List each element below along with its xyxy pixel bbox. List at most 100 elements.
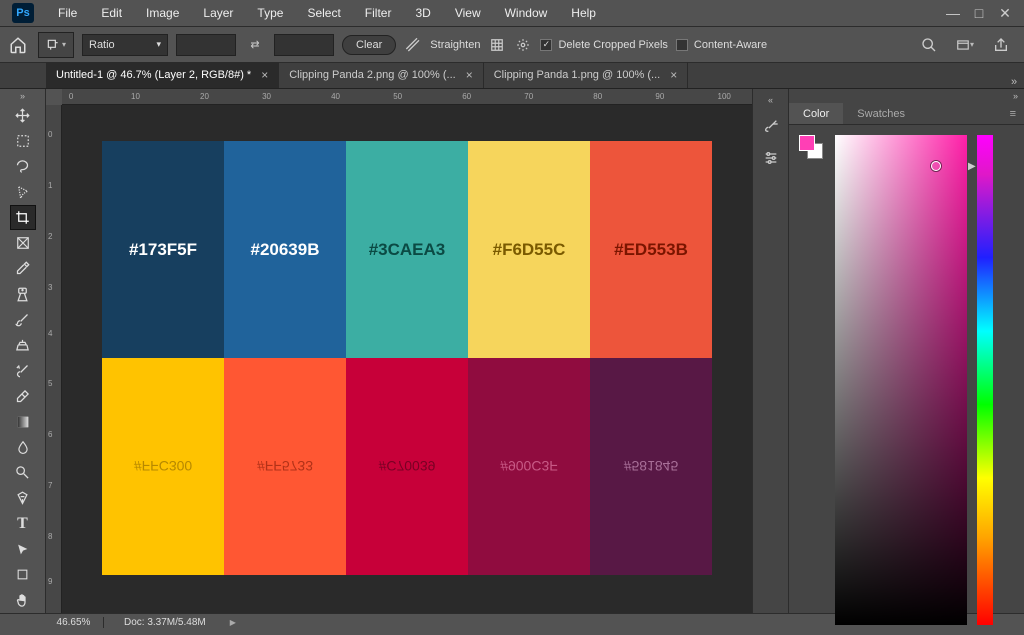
history-brush-tool-icon[interactable] <box>10 358 36 384</box>
gradient-tool-icon[interactable] <box>10 409 36 435</box>
close-icon[interactable]: × <box>670 68 677 82</box>
dodge-tool-icon[interactable] <box>10 460 36 486</box>
home-button[interactable] <box>6 33 30 57</box>
menu-file[interactable]: File <box>46 0 89 26</box>
menu-help[interactable]: Help <box>559 0 608 26</box>
straighten-icon[interactable] <box>404 36 422 54</box>
window-close-icon[interactable]: ✕ <box>992 2 1018 24</box>
tab-overflow-icon[interactable]: » <box>1004 76 1024 88</box>
healing-brush-tool-icon[interactable] <box>10 281 36 307</box>
hue-slider[interactable] <box>977 135 993 625</box>
checkbox-unchecked-icon <box>676 39 688 51</box>
close-icon[interactable]: × <box>261 68 268 82</box>
menu-edit[interactable]: Edit <box>89 0 134 26</box>
crop-settings-icon[interactable] <box>514 36 532 54</box>
swatch: #581845 <box>590 358 712 575</box>
window-controls: — □ ✕ <box>940 2 1024 24</box>
document-tab-2[interactable]: Clipping Panda 2.png @ 100% (... × <box>279 62 484 88</box>
swatch: #FF5733 <box>224 358 346 575</box>
menu-view[interactable]: View <box>443 0 493 26</box>
blur-tool-icon[interactable] <box>10 435 36 461</box>
search-icon[interactable] <box>920 36 938 54</box>
menu-bar: Ps File Edit Image Layer Type Select Fil… <box>0 0 1024 26</box>
chevron-down-icon: ▾ <box>156 39 161 50</box>
color-field-cursor <box>931 161 941 171</box>
color-field[interactable] <box>835 135 967 625</box>
pen-tool-icon[interactable] <box>10 486 36 512</box>
crop-height-input[interactable] <box>274 34 334 56</box>
crop-tool-icon[interactable] <box>10 205 36 231</box>
status-menu-icon[interactable]: ▶ <box>230 618 236 627</box>
path-select-tool-icon[interactable] <box>10 537 36 563</box>
quick-select-tool-icon[interactable] <box>10 179 36 205</box>
workspace-switcher-icon[interactable]: ▾ <box>956 36 974 54</box>
swatch: #3CAEA3 <box>346 141 468 358</box>
hue-slider-thumb-icon: ▶ <box>968 161 976 172</box>
document-tabs: Untitled-1 @ 46.7% (Layer 2, RGB/8#) * ×… <box>0 63 1024 89</box>
menu-select[interactable]: Select <box>295 0 352 26</box>
delete-cropped-checkbox[interactable]: Delete Cropped Pixels <box>540 39 667 51</box>
collapse-panel-icon[interactable]: » <box>789 89 1024 103</box>
workspace: » T 0 10 20 30 40 50 60 70 80 <box>0 89 1024 613</box>
window-minimize-icon[interactable]: — <box>940 2 966 24</box>
toolbox-collapse-icon[interactable]: » <box>20 91 25 103</box>
menu-image[interactable]: Image <box>134 0 191 26</box>
aspect-ratio-select[interactable]: Ratio ▾ <box>82 34 168 56</box>
overlay-grid-icon[interactable] <box>488 36 506 54</box>
clear-button[interactable]: Clear <box>342 35 396 55</box>
canvas[interactable]: #173F5F #20639B #3CAEA3 #F6D55C #ED553B … <box>62 105 752 613</box>
adjustments-panel-icon[interactable] <box>758 145 784 171</box>
horizontal-ruler[interactable]: 0 10 20 30 40 50 60 70 80 90 100 <box>62 89 752 105</box>
close-icon[interactable]: × <box>466 68 473 82</box>
color-tab[interactable]: Color <box>789 103 843 124</box>
doc-size-label: Doc: 3.37M/5.48M <box>104 617 226 628</box>
delete-cropped-label: Delete Cropped Pixels <box>558 39 667 51</box>
marquee-tool-icon[interactable] <box>10 128 36 154</box>
options-bar: ▾ Ratio ▾ ⇄ Clear Straighten Delete Crop… <box>0 26 1024 63</box>
brush-tool-icon[interactable] <box>10 307 36 333</box>
tab-label: Untitled-1 @ 46.7% (Layer 2, RGB/8#) * <box>56 69 251 81</box>
document-tab-1[interactable]: Untitled-1 @ 46.7% (Layer 2, RGB/8#) * × <box>46 62 279 88</box>
color-panel: » Color Swatches ≡ ▶ <box>788 89 1024 613</box>
type-tool-icon[interactable]: T <box>10 511 36 537</box>
eyedropper-tool-icon[interactable] <box>10 256 36 282</box>
zoom-level[interactable]: 46.65% <box>44 617 104 628</box>
lasso-tool-icon[interactable] <box>10 154 36 180</box>
vertical-ruler[interactable]: 0 1 2 3 4 5 6 7 8 9 <box>46 105 62 613</box>
move-tool-icon[interactable] <box>10 103 36 129</box>
foreground-color-swatch[interactable] <box>799 135 815 151</box>
swap-dimensions-icon[interactable]: ⇄ <box>244 34 266 56</box>
panel-menu-icon[interactable]: ≡ <box>1002 103 1024 124</box>
content-aware-label: Content-Aware <box>694 39 767 51</box>
foreground-background-colors[interactable] <box>799 135 825 625</box>
palette-row-2: #581845 #900C3F #C70039 #FF5733 #FFC300 <box>102 358 712 575</box>
checkbox-checked-icon <box>540 39 552 51</box>
document-tab-3[interactable]: Clipping Panda 1.png @ 100% (... × <box>484 62 689 88</box>
shape-tool-icon[interactable] <box>10 562 36 588</box>
menu-type[interactable]: Type <box>245 0 295 26</box>
menu-layer[interactable]: Layer <box>191 0 245 26</box>
swatch: #FFC300 <box>102 358 224 575</box>
frame-tool-icon[interactable] <box>10 230 36 256</box>
menu-3d[interactable]: 3D <box>403 0 442 26</box>
eraser-tool-icon[interactable] <box>10 383 36 409</box>
content-aware-checkbox[interactable]: Content-Aware <box>676 39 767 51</box>
swatch: #20639B <box>224 141 346 358</box>
artboard: #173F5F #20639B #3CAEA3 #F6D55C #ED553B … <box>102 141 712 575</box>
tab-label: Clipping Panda 2.png @ 100% (... <box>289 69 456 81</box>
swatch: #900C3F <box>468 358 590 575</box>
crop-width-input[interactable] <box>176 34 236 56</box>
brush-settings-panel-icon[interactable] <box>758 113 784 139</box>
menu-filter[interactable]: Filter <box>353 0 404 26</box>
tool-preset-button[interactable]: ▾ <box>38 32 74 58</box>
expand-panels-icon[interactable]: « <box>768 95 773 107</box>
clone-stamp-tool-icon[interactable] <box>10 332 36 358</box>
toolbox: » T <box>0 89 46 613</box>
swatch: #C70039 <box>346 358 468 575</box>
share-icon[interactable] <box>992 36 1010 54</box>
palette-row-1: #173F5F #20639B #3CAEA3 #F6D55C #ED553B <box>102 141 712 358</box>
swatches-tab[interactable]: Swatches <box>843 103 919 124</box>
menu-window[interactable]: Window <box>493 0 560 26</box>
window-maximize-icon[interactable]: □ <box>966 2 992 24</box>
hand-tool-icon[interactable] <box>10 588 36 614</box>
